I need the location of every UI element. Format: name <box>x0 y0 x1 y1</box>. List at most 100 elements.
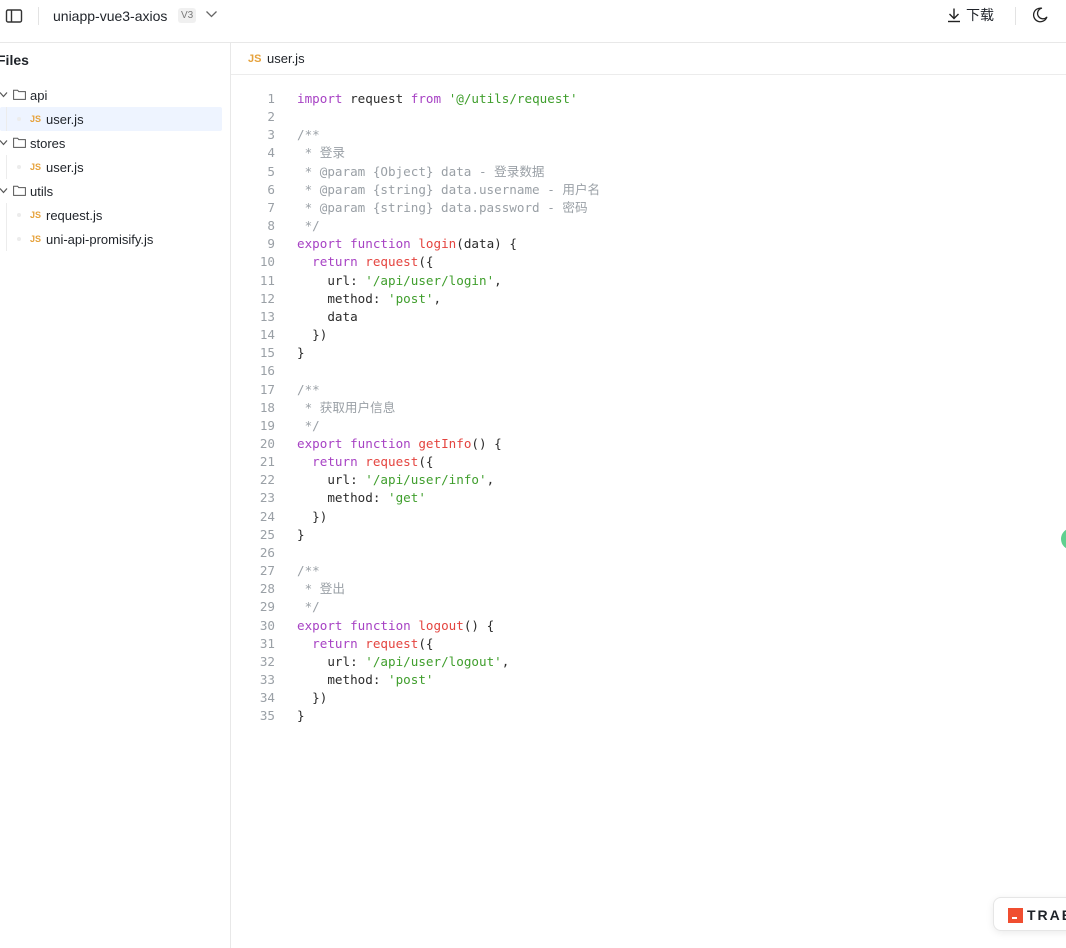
line-source: * @param {string} data.username - 用户名 <box>297 181 601 199</box>
line-source: import request from '@/utils/request' <box>297 90 578 108</box>
sidebar-toggle-icon[interactable] <box>4 6 24 26</box>
tree-guide <box>6 203 7 227</box>
js-file-icon: JS <box>30 210 42 220</box>
line-source: url: '/api/user/info', <box>297 471 494 489</box>
line-source: }) <box>297 508 327 526</box>
code-line: 9 export function login(data) { <box>231 235 1066 253</box>
line-source: return request({ <box>297 453 433 471</box>
line-source: data <box>297 308 357 326</box>
code-line: 5 * @param {Object} data - 登录数据 <box>231 163 1066 181</box>
code-token: method: <box>297 490 388 506</box>
editor-tab[interactable]: JS user.js <box>231 43 1066 75</box>
code-token: */ <box>297 599 320 615</box>
trae-badge[interactable]: TRAE <box>993 897 1066 931</box>
file-utils-request-js[interactable]: JS request.js <box>0 203 231 227</box>
folder-utils[interactable]: utils <box>0 179 231 203</box>
line-source: */ <box>297 417 320 435</box>
moon-icon[interactable] <box>1031 6 1049 24</box>
line-number: 12 <box>259 290 275 306</box>
file-api-user-js[interactable]: JS user.js <box>0 107 231 131</box>
line-source: method: 'get' <box>297 489 426 507</box>
folder-stores[interactable]: stores <box>0 131 231 155</box>
line-source: return request({ <box>297 635 433 653</box>
code-token: , <box>501 653 510 669</box>
line-number: 15 <box>259 345 275 361</box>
line-number: 18 <box>259 399 275 415</box>
code-line: 3 /** <box>231 126 1066 144</box>
folder-icon <box>13 137 26 148</box>
tree-dot <box>17 213 21 217</box>
file-label: user.js <box>46 159 84 175</box>
download-button[interactable]: 下载 <box>946 5 994 25</box>
line-source: }) <box>297 689 327 707</box>
line-number: 23 <box>259 490 275 506</box>
code-line: 18 * 获取用户信息 <box>231 399 1066 417</box>
code-token: * 获取用户信息 <box>297 399 396 415</box>
line-number: 4 <box>267 145 275 161</box>
line-source: export function getInfo() { <box>297 435 502 453</box>
line-number: 25 <box>259 526 275 542</box>
line-source: */ <box>297 217 320 235</box>
line-number: 34 <box>259 690 275 706</box>
line-number: 5 <box>267 163 275 179</box>
line-number: 8 <box>267 218 275 234</box>
line-source: * 登出 <box>297 580 345 598</box>
line-number: 31 <box>259 635 275 651</box>
code-line: 31 return request({ <box>231 635 1066 653</box>
code-token: * @param {string} data.username - 用户名 <box>297 181 601 197</box>
code-line: 1 import request from '@/utils/request' <box>231 90 1066 108</box>
line-number: 20 <box>259 435 275 451</box>
download-label: 下载 <box>966 7 994 23</box>
code-editor[interactable]: 1 import request from '@/utils/request' 2 3… <box>231 90 1066 725</box>
code-token: url: <box>297 653 366 669</box>
line-source: * 获取用户信息 <box>297 399 396 417</box>
line-number: 10 <box>259 254 275 270</box>
code-line: 26 <box>231 544 1066 562</box>
line-source: url: '/api/user/login', <box>297 272 501 290</box>
chevron-down-icon <box>0 140 8 146</box>
line-number: 29 <box>259 599 275 615</box>
code-token: '@/utils/request' <box>448 91 578 106</box>
code-token: request <box>365 635 419 651</box>
code-token: } <box>297 526 305 542</box>
folder-icon <box>13 185 26 196</box>
code-token: 'get' <box>388 490 426 506</box>
line-number: 17 <box>259 381 275 397</box>
folder-icon <box>13 89 26 100</box>
code-token: export function <box>297 617 411 633</box>
code-token: '/api/user/logout' <box>365 653 502 669</box>
chevron-down-icon <box>0 188 8 194</box>
code-line: 13 data <box>231 308 1066 326</box>
code-token: /** <box>297 381 320 397</box>
project-name[interactable]: uniapp-vue3-axios <box>53 6 167 26</box>
tree-guide <box>6 107 7 131</box>
file-stores-user-js[interactable]: JS user.js <box>0 155 231 179</box>
line-number: 27 <box>259 563 275 579</box>
code-token: method: <box>297 290 388 306</box>
code-token: return <box>312 254 358 270</box>
file-explorer: Files api JS user.js stores JS user.js u… <box>0 43 231 948</box>
line-source: */ <box>297 598 320 616</box>
line-source: * @param {string} data.password - 密码 <box>297 199 588 217</box>
chevron-down-icon[interactable] <box>205 9 218 19</box>
folder-api[interactable]: api <box>0 83 231 107</box>
line-number: 9 <box>267 236 275 252</box>
line-source: * @param {Object} data - 登录数据 <box>297 163 545 181</box>
code-token: } <box>297 708 305 724</box>
code-token: request <box>365 454 419 470</box>
code-token: export function <box>297 435 411 451</box>
code-line: 6 * @param {string} data.username - 用户名 <box>231 181 1066 199</box>
file-utils-uni-api-promisify-js[interactable]: JS uni-api-promisify.js <box>0 227 231 251</box>
code-token: '/api/user/info' <box>365 472 487 488</box>
code-line: 30 export function logout() { <box>231 617 1066 635</box>
top-bar: uniapp-vue3-axios V3 下载 <box>0 0 1066 43</box>
line-number: 35 <box>259 708 275 724</box>
code-line: 15} <box>231 344 1066 362</box>
trae-logo-icon <box>1008 908 1023 923</box>
tree-dot <box>17 237 21 241</box>
tab-label: user.js <box>267 51 305 66</box>
code-line: 32 url: '/api/user/logout', <box>231 653 1066 671</box>
